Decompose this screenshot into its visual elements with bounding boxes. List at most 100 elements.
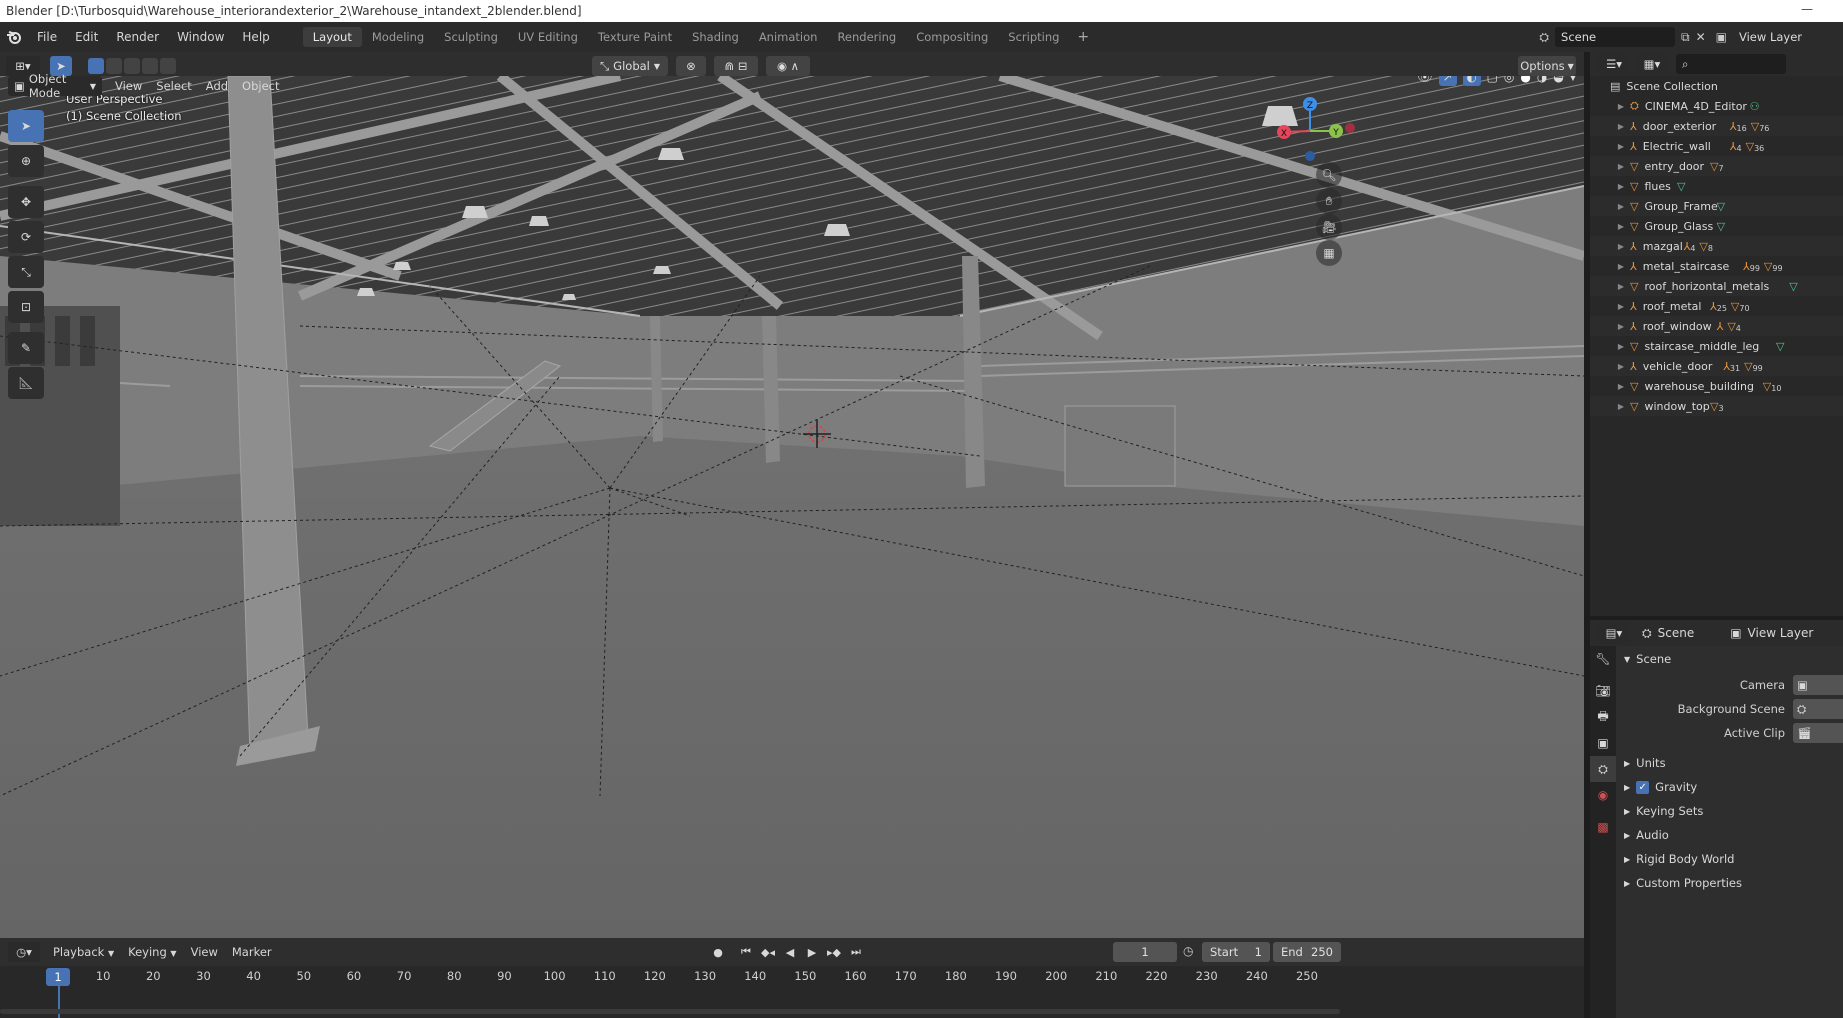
- pan-hand-icon[interactable]: ✋︎: [1316, 188, 1342, 214]
- outliner[interactable]: ▤ Scene Collection ▶ ⛭ CINEMA_4D_Editor ⚇ ▶ ⅄…: [1590, 76, 1843, 616]
- rotate-tool[interactable]: ⟳: [8, 221, 44, 253]
- outliner-item[interactable]: ▶ ⛭ CINEMA_4D_Editor ⚇: [1590, 96, 1843, 116]
- menu-object[interactable]: Object: [235, 79, 286, 93]
- mesh-icon[interactable]: ▽: [1744, 360, 1752, 373]
- tab-compositing[interactable]: Compositing: [906, 27, 998, 47]
- cursor-tool[interactable]: ⊕: [8, 145, 44, 177]
- menu-timeline-view[interactable]: View: [184, 945, 225, 959]
- view-layer-tab[interactable]: ▣: [1590, 730, 1616, 756]
- mesh-data-icon[interactable]: ▽: [1717, 220, 1725, 233]
- outliner-search-input[interactable]: ⌕: [1676, 54, 1786, 74]
- audio-subpanel[interactable]: ▶ Audio: [1624, 828, 1669, 842]
- outliner-item[interactable]: ▶ ⅄ vehicle_door ⅄ 31 ▽ 99: [1590, 356, 1843, 376]
- outliner-item[interactable]: ▶ ▽ warehouse_building ▽ 10: [1590, 376, 1843, 396]
- expand-icon[interactable]: ▶: [1616, 382, 1626, 391]
- view-layer-field[interactable]: View Layer: [1733, 27, 1843, 47]
- start-frame-field[interactable]: Start 1: [1202, 942, 1270, 962]
- mesh-icon[interactable]: ▽: [1699, 240, 1707, 253]
- expand-icon[interactable]: ▶: [1616, 322, 1626, 331]
- mode-dropdown[interactable]: ▣ Object Mode ▼: [8, 72, 102, 100]
- mesh-icon[interactable]: ▽: [1731, 300, 1739, 313]
- expand-icon[interactable]: ▶: [1616, 202, 1626, 211]
- menu-file[interactable]: File: [28, 30, 66, 44]
- outliner-item[interactable]: ▶ ▽ Group_Frame ▽: [1590, 196, 1843, 216]
- mesh-data-icon[interactable]: ▽: [1717, 200, 1725, 213]
- move-tool[interactable]: ✥: [8, 186, 44, 218]
- display-mode-icon[interactable]: ▦▾: [1636, 54, 1668, 74]
- keying-sets-subpanel[interactable]: ▶ Keying Sets: [1624, 804, 1703, 818]
- next-keyframe-icon[interactable]: ▸◆: [824, 942, 844, 962]
- pivot-point-icon[interactable]: ⊗: [676, 56, 706, 76]
- output-tab-icon[interactable]: 🖶︎: [1590, 704, 1616, 730]
- mesh-icon[interactable]: ▽: [1710, 400, 1718, 413]
- camera-field[interactable]: ▣: [1793, 675, 1843, 695]
- tab-scripting[interactable]: Scripting: [998, 27, 1069, 47]
- expand-icon[interactable]: ▶: [1616, 222, 1626, 231]
- scene-name-field[interactable]: Scene: [1555, 27, 1676, 47]
- menu-view[interactable]: View: [108, 79, 149, 93]
- outliner-item[interactable]: ▶ ▽ staircase_middle_leg ▽: [1590, 336, 1843, 356]
- 3d-viewport[interactable]: User Perspective (1) Scene Collection 👁︎…: [0, 76, 1584, 938]
- outliner-item[interactable]: ▶ ▽ Group_Glass ▽: [1590, 216, 1843, 236]
- expand-icon[interactable]: ▶: [1616, 402, 1626, 411]
- current-frame-indicator[interactable]: 1: [46, 968, 70, 986]
- gravity-subpanel[interactable]: ▶ ✓ Gravity: [1624, 780, 1697, 794]
- mesh-icon[interactable]: ▽: [1751, 120, 1759, 133]
- tab-uv-editing[interactable]: UV Editing: [508, 27, 588, 47]
- record-icon[interactable]: ●: [708, 942, 728, 962]
- properties-scene-label[interactable]: Scene: [1658, 626, 1695, 640]
- tab-shading[interactable]: Shading: [682, 27, 749, 47]
- menu-window[interactable]: Window: [168, 30, 233, 44]
- tab-rendering[interactable]: Rendering: [827, 27, 906, 47]
- custom-properties-subpanel[interactable]: ▶ Custom Properties: [1624, 876, 1742, 890]
- select-new-icon[interactable]: [88, 58, 104, 74]
- select-extend-icon[interactable]: [106, 58, 122, 74]
- outliner-item[interactable]: ▶ ⅄ door_exterior ⅄ 16 ▽ 76: [1590, 116, 1843, 136]
- light-icon[interactable]: ⚇: [1750, 100, 1760, 113]
- outliner-item[interactable]: ▶ ⅄ Electric_wall ⅄ 4 ▽ 36: [1590, 136, 1843, 156]
- mesh-data-icon[interactable]: ▽: [1789, 280, 1797, 293]
- snap-icon[interactable]: ⋒ ⊟: [714, 56, 758, 76]
- scene-icon[interactable]: ⛭: [1539, 30, 1549, 45]
- menu-playback[interactable]: Playback ▼: [46, 945, 121, 959]
- mesh-icon[interactable]: ▽: [1710, 160, 1718, 173]
- texture-tab-icon[interactable]: ▩: [1590, 814, 1616, 840]
- minimize-icon[interactable]: —: [1801, 2, 1813, 16]
- world-tab-icon[interactable]: ◉: [1590, 782, 1616, 808]
- expand-icon[interactable]: ▶: [1616, 282, 1626, 291]
- expand-icon[interactable]: ▶: [1616, 162, 1626, 171]
- mesh-icon[interactable]: ▽: [1763, 380, 1771, 393]
- play-reverse-icon[interactable]: ◀: [780, 942, 800, 962]
- outliner-item[interactable]: ▶ ⅄ mazgal ⅄ 4 ▽ 8: [1590, 236, 1843, 256]
- menu-help[interactable]: Help: [233, 30, 278, 44]
- select-box-tool[interactable]: ➤: [8, 110, 44, 142]
- expand-icon[interactable]: ▶: [1616, 182, 1626, 191]
- delete-scene-icon[interactable]: ✕: [1696, 30, 1706, 44]
- options-dropdown[interactable]: Options ▼: [1518, 56, 1576, 76]
- outliner-item[interactable]: ▶ ⅄ roof_window ⅄ ▽ 4: [1590, 316, 1843, 336]
- menu-select[interactable]: Select: [149, 79, 198, 93]
- empty-icon[interactable]: ⅄: [1730, 120, 1737, 133]
- empty-icon[interactable]: ⅄: [1684, 240, 1691, 253]
- mesh-icon[interactable]: ▽: [1746, 140, 1754, 153]
- outliner-item[interactable]: ▶ ▽ window_top ▽ 3: [1590, 396, 1843, 416]
- background-scene-field[interactable]: ⛭: [1793, 699, 1843, 719]
- expand-icon[interactable]: ▶: [1616, 262, 1626, 271]
- outliner-item[interactable]: ▶ ▽ entry_door ▽ 7: [1590, 156, 1843, 176]
- mesh-data-icon[interactable]: ▽: [1677, 180, 1685, 193]
- properties-editor-type-icon[interactable]: ▤▾: [1598, 623, 1630, 643]
- play-icon[interactable]: ▶: [802, 942, 822, 962]
- tab-texture-paint[interactable]: Texture Paint: [588, 27, 682, 47]
- expand-icon[interactable]: ▶: [1616, 242, 1626, 251]
- render-tab-icon[interactable]: 📷︎: [1590, 678, 1616, 704]
- navigation-gizmo[interactable]: Z Y X: [1270, 86, 1360, 176]
- scene-tab[interactable]: ⛭: [1590, 756, 1616, 782]
- expand-icon[interactable]: ▶: [1616, 122, 1626, 131]
- rigid-body-world-subpanel[interactable]: ▶ Rigid Body World: [1624, 852, 1734, 866]
- tab-layout[interactable]: Layout: [302, 27, 362, 47]
- empty-icon[interactable]: ⅄: [1723, 360, 1730, 373]
- tool-tab-icon[interactable]: 🔧︎: [1590, 646, 1616, 672]
- transform-orientation-dropdown[interactable]: ⤡ Global ▼: [592, 56, 668, 76]
- timeline-editor-type-icon[interactable]: ◷▾: [8, 942, 40, 962]
- transform-tool[interactable]: ⊡: [8, 291, 44, 323]
